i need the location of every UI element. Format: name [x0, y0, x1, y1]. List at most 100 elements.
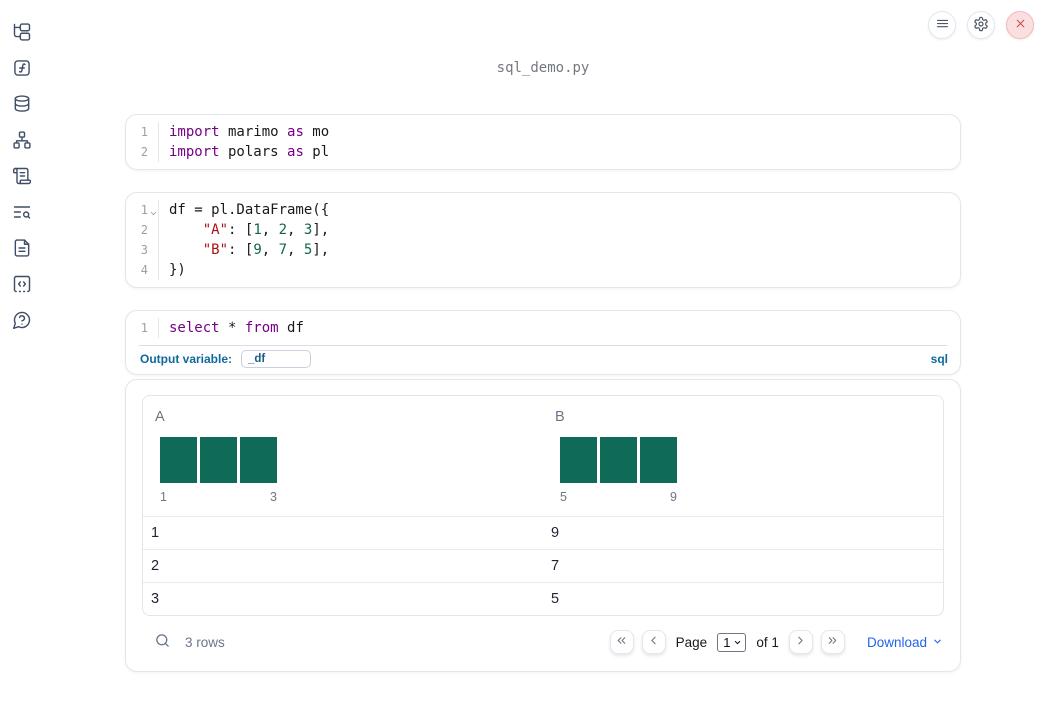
- sidebar-item-logs[interactable]: [12, 167, 32, 187]
- shutdown-button[interactable]: [1006, 11, 1034, 39]
- line-number: 4: [126, 260, 159, 280]
- table-cell: 9: [551, 525, 560, 541]
- sidebar-item-files[interactable]: [12, 22, 32, 45]
- table-footer: 3 rows Page 1 of 1 Download: [142, 625, 944, 659]
- notebook-filename: sql_demo.py: [496, 60, 590, 76]
- notebook: sql_demo.py 1 import marimo as mo 2 import …: [125, 0, 961, 672]
- cell-sql[interactable]: 1 select * from df Output variable: sql: [125, 310, 961, 375]
- helper-sidebar: [0, 0, 44, 713]
- output-variable-label: Output variable:: [140, 352, 233, 366]
- column-header-A[interactable]: A13: [143, 396, 543, 516]
- cell-imports[interactable]: 1 import marimo as mo 2 import polars as pl: [125, 114, 961, 170]
- histogram-axis-label: 3: [270, 490, 277, 504]
- sidebar-item-search[interactable]: [12, 203, 32, 223]
- code-line[interactable]: 4}): [126, 260, 960, 280]
- histogram-bar: [560, 437, 597, 483]
- code-editor[interactable]: 1 df = pl.DataFrame({ 2 "A": [1, 2, 3], 3 "…: [126, 193, 960, 287]
- table-cell: 3: [151, 591, 160, 607]
- column-name: B: [555, 409, 565, 425]
- table-row[interactable]: 35: [143, 582, 943, 615]
- previous-page-button[interactable]: [641, 630, 666, 654]
- histogram-axis-labels: 59: [560, 490, 677, 504]
- code-line[interactable]: 2 "A": [1, 2, 3],: [126, 220, 960, 240]
- histogram-bar: [640, 437, 677, 483]
- gear-icon: [973, 16, 989, 35]
- histogram-axis-label: 9: [670, 490, 677, 504]
- code-editor[interactable]: 1 select * from df: [126, 311, 960, 345]
- code-text: select * from df: [169, 320, 304, 336]
- chevron-right-icon: [794, 634, 807, 650]
- help-bubble-icon: [12, 310, 32, 333]
- document-icon: [12, 238, 32, 261]
- histogram-axis-labels: 13: [160, 490, 277, 504]
- histogram-bar: [240, 437, 277, 483]
- column-histogram[interactable]: [560, 437, 677, 483]
- page-label: Page: [675, 634, 708, 650]
- histogram-bar: [200, 437, 237, 483]
- code-text: "B": [9, 7, 5],: [202, 242, 330, 258]
- table-cell: 2: [151, 558, 160, 574]
- chevrons-right-icon: [826, 634, 839, 650]
- page-total-label: of 1: [756, 634, 779, 650]
- line-number: 2: [126, 220, 159, 240]
- download-button[interactable]: Download: [867, 635, 943, 650]
- scroll-text-icon: [12, 166, 32, 189]
- table-body: 192735: [143, 516, 943, 615]
- column-header-B[interactable]: B59: [543, 396, 943, 516]
- table-row[interactable]: 27: [143, 549, 943, 582]
- sidebar-item-data-sources[interactable]: [12, 94, 32, 117]
- sidebar-item-help[interactable]: [12, 311, 32, 331]
- line-number: 1: [126, 122, 159, 142]
- last-page-button[interactable]: [820, 630, 845, 654]
- code-text: df = pl.DataFrame({: [169, 202, 330, 218]
- code-line[interactable]: 1 df = pl.DataFrame({: [126, 200, 960, 220]
- text-search-icon: [12, 202, 32, 225]
- histogram-axis-label: 1: [160, 490, 167, 504]
- histogram-axis-label: 5: [560, 490, 567, 504]
- page-select[interactable]: 1: [717, 632, 747, 652]
- data-table: A13B59 192735: [142, 395, 944, 616]
- code-line[interactable]: 1 select * from df: [126, 318, 960, 338]
- sidebar-item-variables[interactable]: [12, 59, 32, 79]
- dependency-graph-icon: [12, 130, 32, 153]
- sidebar-item-dependency-graph[interactable]: [12, 130, 32, 153]
- language-badge: sql: [930, 352, 948, 366]
- table-cell: 5: [551, 591, 560, 607]
- search-icon: [154, 632, 171, 652]
- function-square-icon: [12, 58, 32, 81]
- output-variable-input[interactable]: [241, 350, 312, 368]
- chevron-down-icon: [733, 635, 742, 650]
- code-line[interactable]: 1 import marimo as mo: [126, 122, 960, 142]
- code-text: }): [169, 262, 186, 278]
- fold-chevron-icon[interactable]: [149, 204, 158, 216]
- code-editor[interactable]: 1 import marimo as mo 2 import polars as pl: [126, 115, 960, 169]
- search-button[interactable]: [151, 631, 173, 653]
- code-snippet-icon: [12, 274, 32, 297]
- sidebar-item-snippets[interactable]: [12, 275, 32, 295]
- file-tree-icon: [12, 22, 32, 45]
- page-select-value: 1: [723, 634, 731, 650]
- table-row[interactable]: 19: [143, 516, 943, 549]
- cell-dataframe[interactable]: 1 df = pl.DataFrame({ 2 "A": [1, 2, 3], 3 "…: [125, 192, 961, 288]
- column-histogram[interactable]: [160, 437, 277, 483]
- line-number: 1: [126, 318, 159, 338]
- row-count: 3 rows: [185, 634, 225, 650]
- pagination: Page 1 of 1 Download: [609, 630, 943, 654]
- line-number: 1: [126, 200, 159, 220]
- chevron-down-icon: [932, 635, 943, 650]
- table-header: A13B59: [143, 396, 943, 516]
- settings-button[interactable]: [967, 11, 995, 39]
- first-page-button[interactable]: [609, 630, 634, 654]
- table-cell: 1: [151, 525, 160, 541]
- next-page-button[interactable]: [788, 630, 813, 654]
- table-cell: 7: [551, 558, 560, 574]
- code-line[interactable]: 3 "B": [9, 7, 5],: [126, 240, 960, 260]
- line-number: 3: [126, 240, 159, 260]
- sql-cell-footer: Output variable: sql: [126, 346, 960, 374]
- code-line[interactable]: 2 import polars as pl: [126, 142, 960, 162]
- sidebar-item-documentation[interactable]: [12, 238, 32, 261]
- column-name: A: [155, 409, 165, 425]
- database-icon: [12, 94, 32, 117]
- chevrons-left-icon: [615, 634, 628, 650]
- download-label: Download: [866, 634, 927, 650]
